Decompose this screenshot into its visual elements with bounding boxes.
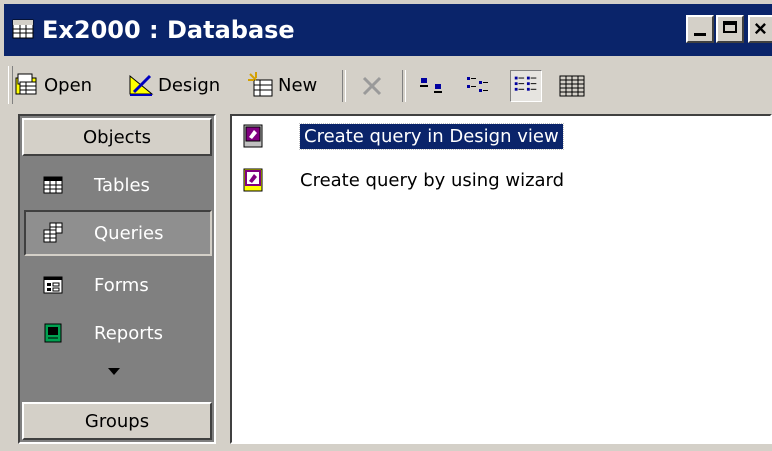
list-item-label: Create query in Design view (299, 122, 564, 150)
toolbar-separator (402, 70, 406, 102)
large-icons-icon (420, 78, 442, 93)
groups-header-button[interactable]: Groups (22, 402, 212, 440)
object-list[interactable]: Create query in Design view Create query… (230, 114, 772, 444)
scroll-down-arrow-icon[interactable] (108, 368, 120, 375)
query-icon (43, 222, 63, 243)
open-icon (15, 73, 37, 95)
report-icon (44, 323, 62, 343)
objects-item-label: Reports (94, 322, 164, 344)
objects-item-label: Queries (94, 222, 164, 244)
new-icon (248, 72, 273, 97)
list-item[interactable]: Create query in Design view (240, 120, 564, 152)
objects-item-label: Tables (94, 174, 150, 196)
wizard-query-icon (243, 168, 263, 192)
close-icon: × (754, 16, 767, 41)
design-query-icon (243, 124, 263, 148)
list-item-label: Create query by using wizard (300, 169, 565, 191)
objects-item-queries[interactable]: Queries (24, 210, 212, 256)
objects-item-reports[interactable]: Reports (26, 310, 210, 356)
objects-item-label: Forms (94, 274, 149, 296)
delete-icon (362, 76, 382, 96)
form-icon (43, 276, 63, 294)
new-label: New (278, 74, 318, 96)
details-view-icon (559, 75, 585, 97)
open-label: Open (44, 74, 93, 96)
delete-button[interactable] (356, 70, 388, 102)
database-icon (12, 19, 34, 39)
design-label: Design (158, 74, 221, 96)
database-toolbar: Open Design New (4, 58, 772, 110)
window-title: Ex2000 : Database (42, 16, 295, 44)
list-view-button[interactable] (510, 70, 542, 102)
objects-item-tables[interactable]: Tables (26, 162, 210, 208)
open-button[interactable]: Open (14, 68, 92, 102)
small-icons-icon (467, 77, 488, 92)
title-bar[interactable]: Ex2000 : Database × (4, 4, 772, 56)
database-window: Ex2000 : Database × Open Design New Obje… (0, 0, 772, 451)
list-view-icon (514, 76, 537, 91)
toolbar-grip[interactable] (8, 66, 13, 104)
close-button[interactable]: × (748, 15, 772, 43)
table-icon (43, 176, 63, 194)
list-item[interactable]: Create query by using wizard (240, 164, 564, 196)
large-icons-button[interactable] (416, 70, 448, 102)
details-view-button[interactable] (556, 70, 588, 102)
toolbar-separator (342, 70, 346, 102)
objects-bar: Objects Tables Queries Forms Reports Gro… (18, 114, 216, 444)
new-button[interactable]: New (248, 68, 317, 102)
design-button[interactable]: Design (128, 68, 220, 102)
design-icon (129, 74, 154, 96)
objects-header-button[interactable]: Objects (22, 118, 212, 156)
objects-item-forms[interactable]: Forms (26, 262, 210, 308)
small-icons-button[interactable] (462, 70, 494, 102)
minimize-button[interactable] (686, 15, 714, 43)
maximize-button[interactable] (716, 15, 744, 43)
